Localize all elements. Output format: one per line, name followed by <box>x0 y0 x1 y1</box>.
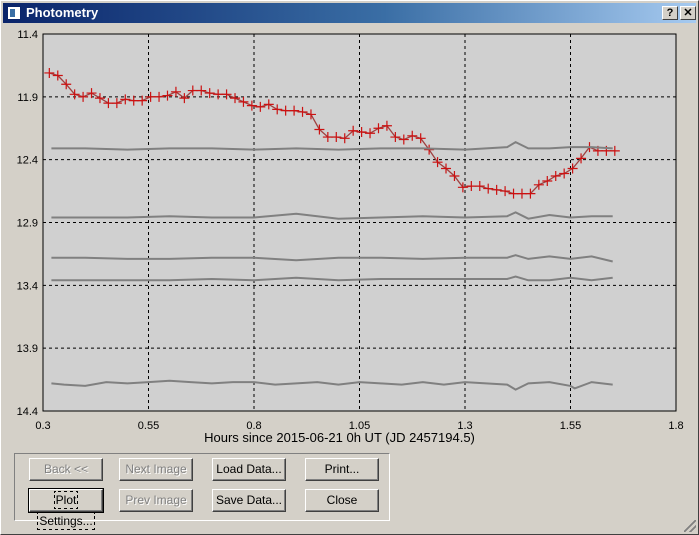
print-button[interactable]: Print... <box>305 458 379 481</box>
app-window-icon <box>7 6 21 20</box>
y-tick-label: 12.9 <box>17 218 38 230</box>
load-data-button[interactable]: Load Data... <box>212 458 286 481</box>
close-window-button[interactable]: ✕ <box>680 6 696 20</box>
y-tick-label: 12.4 <box>17 155 38 167</box>
x-axis-label: Hours since 2015-06-21 0h UT (JD 2457194… <box>204 430 475 445</box>
back-button[interactable]: Back << <box>29 458 103 481</box>
y-tick-label: 11.4 <box>17 29 38 41</box>
plot-settings-button[interactable]: Plot Settings... <box>28 488 104 530</box>
x-tick-label: 1.55 <box>560 420 581 432</box>
x-tick-label: 0.55 <box>138 420 159 432</box>
next-image-button[interactable]: Next Image <box>119 458 193 481</box>
y-tick-label: 13.9 <box>17 343 38 355</box>
photometry-chart: 0.3 0.55 0.8 1.05 1.3 1.55 1.811.411.912.412.9… <box>17 29 684 445</box>
window-title: Photometry <box>26 5 99 20</box>
save-data-button[interactable]: Save Data... <box>212 489 286 512</box>
x-tick-label: 0.3 <box>35 420 50 432</box>
y-tick-label: 11.9 <box>17 92 38 104</box>
y-tick-label: 13.4 <box>17 280 38 292</box>
x-tick-label: 1.8 <box>668 420 683 432</box>
help-button[interactable]: ? <box>662 6 678 20</box>
photometry-window: Photometry ? ✕ 0.3 0.55 0.8 1.05 1.3 1.55 1.8 1… <box>0 0 699 535</box>
y-tick-label: 14.4 <box>17 406 38 418</box>
resize-grip[interactable] <box>684 520 696 532</box>
button-panel: Back << Next Image Load Data... Print...… <box>14 453 390 530</box>
close-button[interactable]: Close <box>305 489 379 512</box>
prev-image-button[interactable]: Prev Image <box>119 489 193 512</box>
title-bar[interactable]: Photometry ? ✕ <box>3 3 696 23</box>
